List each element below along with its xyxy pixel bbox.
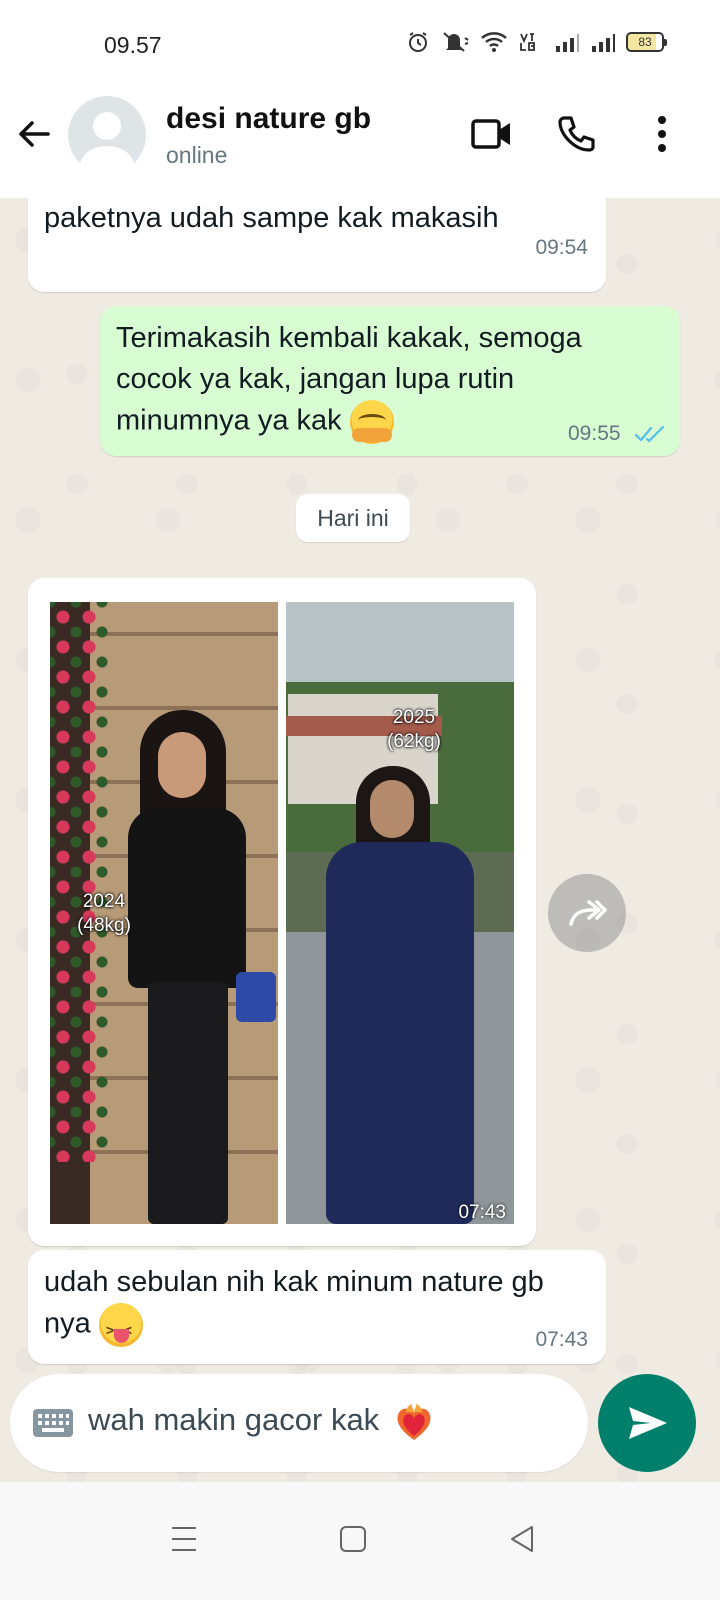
message-line: minumnya ya kak <box>116 400 582 444</box>
message-time: 09:55 <box>568 422 621 445</box>
photo-after: 2025 (62kg) 07:43 <box>286 602 514 1224</box>
person-legs <box>148 982 228 1224</box>
message-text: Terimakasih kembali kakak, semoga cocok … <box>116 318 582 444</box>
message-time: 09:54 <box>535 236 588 259</box>
alarm-icon <box>409 32 427 52</box>
photo-caption-after: 2025 (62kg) <box>364 706 464 754</box>
person-face <box>158 732 206 798</box>
caption-weight: (48kg) <box>77 915 131 936</box>
message-composer[interactable]: wah makin gacor kak <box>10 1374 588 1472</box>
status-bar: 09.57 83 <box>0 0 720 90</box>
chat-header: desi nature gb online <box>0 90 720 198</box>
message-line: cocok ya kak, jangan lupa rutin <box>116 363 515 395</box>
battery-icon: 83 <box>626 32 667 52</box>
back-triangle-icon[interactable] <box>508 1524 538 1554</box>
avatar[interactable] <box>68 96 146 174</box>
phone-icon[interactable] <box>556 114 596 154</box>
contact-name[interactable]: desi nature gb <box>166 102 371 136</box>
photo-caption-before: 2024 (48kg) <box>56 890 152 938</box>
message-outgoing[interactable]: Terimakasih kembali kakak, semoga cocok … <box>100 306 680 456</box>
message-text: udah sebulan nih kak minum nature gb nya <box>44 1262 544 1351</box>
volte-icon <box>519 32 543 52</box>
caption-year: 2024 <box>82 891 126 912</box>
message-incoming[interactable]: udah sebulan nih kak minum nature gb nya… <box>28 1250 606 1364</box>
message-text: paketnya udah sampe kak makasih <box>44 202 499 234</box>
person-face <box>370 780 414 838</box>
hugging-face-emoji-icon <box>349 400 394 444</box>
contact-status: online <box>166 142 228 168</box>
image-attachment[interactable]: 2024 (48kg) 2025 (62kg) 07:43 <box>48 602 516 1224</box>
wifi-icon <box>481 32 507 52</box>
caption-weight: (62kg) <box>387 731 441 752</box>
signal-1-icon <box>556 34 579 52</box>
photo-before: 2024 (48kg) <box>50 602 278 1224</box>
message-line: udah sebulan nih kak minum nature gb <box>44 1266 544 1298</box>
read-ticks-icon <box>634 425 665 443</box>
arrow-left-icon[interactable] <box>14 114 54 154</box>
status-icons: 83 <box>406 30 667 54</box>
send-button[interactable] <box>598 1374 696 1472</box>
status-time: 09.57 <box>104 32 162 58</box>
squinting-tongue-face-emoji-icon <box>98 1303 143 1351</box>
video-camera-icon[interactable] <box>470 114 514 154</box>
message-incoming[interactable]: paketnya udah sampe kak makasih 09:54 <box>28 198 606 292</box>
message-line: Terimakasih kembali kakak, semoga <box>116 322 582 354</box>
image-time: 07:43 <box>458 1202 506 1223</box>
message-line: nya <box>44 1303 544 1351</box>
message-input-value: wah makin gacor kak <box>88 1402 380 1438</box>
chat-area[interactable]: paketnya udah sampe kak makasih 09:54 Te… <box>0 198 720 1488</box>
signal-2-icon <box>592 34 615 52</box>
forward-icon <box>569 900 607 926</box>
mute-icon <box>443 32 469 52</box>
day-separator: Hari ini <box>296 494 410 542</box>
keyboard-icon[interactable] <box>32 1408 74 1438</box>
caption-year: 2025 <box>392 707 436 728</box>
message-time: 07:43 <box>535 1328 588 1351</box>
flowers-decoration <box>50 602 108 1162</box>
more-vertical-icon[interactable] <box>648 114 676 154</box>
forward-button[interactable] <box>548 874 626 952</box>
person-bag <box>236 972 276 1022</box>
system-navigation-bar <box>0 1482 720 1600</box>
send-icon <box>629 1407 667 1439</box>
home-square-icon[interactable] <box>338 1524 368 1554</box>
heart-on-fire-emoji-icon <box>397 1404 431 1440</box>
message-input[interactable]: wah makin gacor kak <box>88 1402 434 1442</box>
recents-menu-icon[interactable] <box>170 1524 198 1554</box>
person-body <box>326 842 474 1224</box>
